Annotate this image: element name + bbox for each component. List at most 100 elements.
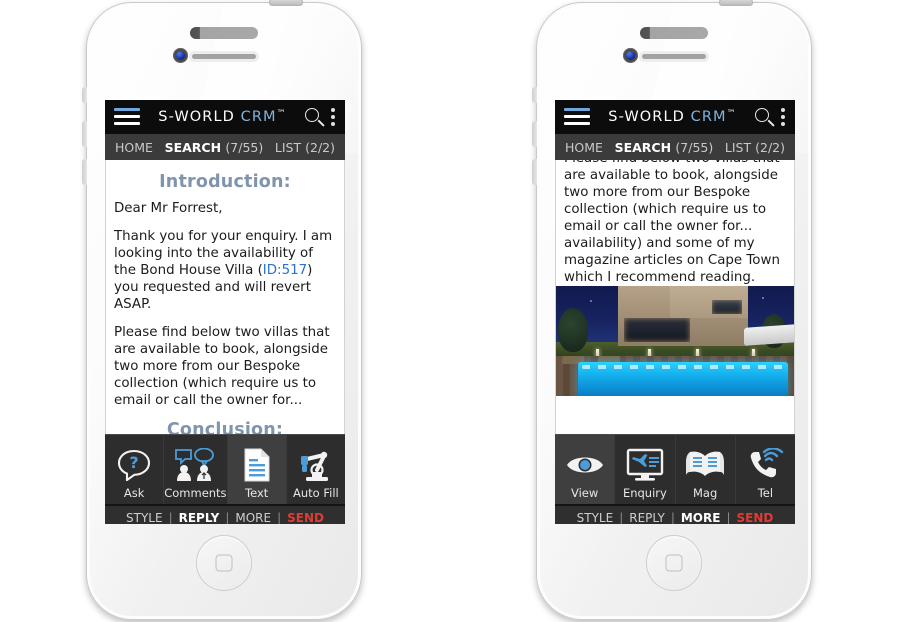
- power-button[interactable]: [269, 0, 303, 6]
- mute-switch[interactable]: [82, 87, 87, 103]
- villa-building: [618, 286, 748, 346]
- search-icon[interactable]: [305, 107, 325, 127]
- toolbar-label-text: Text: [245, 486, 269, 500]
- section-nav-bar: HOME SEARCH (7/55) LIST (2/2): [555, 134, 795, 160]
- action-separator: |: [619, 511, 624, 524]
- nav-search-count: (7/55): [225, 139, 264, 155]
- patio-canopy: [744, 324, 794, 346]
- scrolled-paragraph-wrap: Please find below two villas that are av…: [556, 160, 794, 286]
- action-bar-left: STYLE | REPLY | MORE | SEND: [105, 504, 345, 524]
- villa-glass-ground: [624, 318, 690, 342]
- action-reply[interactable]: REPLY: [179, 511, 220, 524]
- action-bar-right: STYLE | REPLY | MORE | SEND: [555, 504, 795, 524]
- home-button[interactable]: [196, 535, 252, 591]
- power-button[interactable]: [719, 0, 753, 6]
- eye-view-icon: [565, 446, 605, 484]
- hamburger-menu-icon[interactable]: [564, 108, 590, 126]
- monitor-airplane-enquiry-icon: [626, 446, 664, 484]
- document-text-icon: [243, 446, 271, 484]
- toolbar-button-enquiry[interactable]: Enquiry: [615, 435, 676, 504]
- brand-trademark: ™: [276, 109, 287, 119]
- nav-list-count: (2/2): [305, 139, 335, 155]
- app-top-bar: S-WORLD CRM™: [105, 100, 345, 134]
- action-separator: |: [225, 511, 230, 524]
- volume-up-button[interactable]: [82, 121, 87, 147]
- action-reply[interactable]: REPLY: [629, 511, 665, 524]
- toolbar-label-ask: Ask: [123, 486, 145, 500]
- brand-crm: CRM: [234, 109, 277, 125]
- robot-arm-icon: [297, 446, 335, 484]
- nav-item-list[interactable]: LIST (2/2): [275, 140, 335, 155]
- nav-list-label: LIST: [274, 139, 302, 155]
- toolbar-label-view: View: [570, 486, 599, 500]
- nav-search-count: (7/55): [675, 139, 714, 155]
- telephone-signal-icon: [746, 446, 784, 484]
- earpiece-speaker: [640, 27, 708, 39]
- hamburger-menu-icon[interactable]: [114, 108, 140, 126]
- brand-name: S-WORLD: [608, 109, 685, 125]
- home-button[interactable]: [646, 535, 702, 591]
- toolbar-button-ask[interactable]: ? Ask: [105, 435, 165, 504]
- speaker-grille: [189, 51, 259, 62]
- villa-id-link[interactable]: ID:517: [263, 263, 307, 278]
- nav-item-home[interactable]: HOME: [565, 140, 603, 155]
- salutation-text: Dear Mr Forrest,: [114, 201, 223, 216]
- message-body-right: Please find below two villas that are av…: [555, 160, 795, 434]
- action-separator: |: [670, 511, 675, 524]
- nav-item-search[interactable]: SEARCH (7/55): [165, 140, 264, 155]
- screenshot-stage: S-WORLD CRM™ HOME SEARCH (7/55) LIST (2/…: [0, 0, 900, 622]
- villa-photo[interactable]: [556, 286, 794, 396]
- message-body-left: Introduction: Dear Mr Forrest, Thank you…: [105, 160, 345, 434]
- toolbar-button-mag[interactable]: Mag: [676, 435, 736, 504]
- icon-toolbar-right: View Enquiry Mag Tel: [555, 434, 795, 504]
- nav-list-count: (2/2): [755, 139, 785, 155]
- action-style[interactable]: STYLE: [126, 511, 163, 524]
- toolbar-label-tel: Tel: [757, 486, 774, 500]
- nav-item-home[interactable]: HOME: [115, 140, 153, 155]
- front-camera-icon: [173, 48, 188, 63]
- toolbar-label-auto-fill: Auto Fill: [293, 486, 339, 500]
- brand-crm: CRM: [684, 109, 727, 125]
- svg-text:?: ?: [129, 453, 138, 472]
- volume-down-button[interactable]: [532, 159, 537, 185]
- toolbar-button-view[interactable]: View: [555, 435, 616, 504]
- paragraph-villas-scrolled: Please find below two villas that are av…: [564, 160, 780, 285]
- heading-introduction: Introduction:: [159, 172, 291, 192]
- volume-up-button[interactable]: [532, 121, 537, 147]
- paragraph-villas: Please find below two villas that are av…: [114, 325, 330, 408]
- action-send[interactable]: SEND: [737, 511, 774, 524]
- app-brand-title: S-WORLD CRM™: [140, 109, 305, 125]
- nav-search-label: SEARCH: [614, 139, 672, 155]
- nav-search-label: SEARCH: [164, 139, 222, 155]
- search-icon[interactable]: [755, 107, 775, 127]
- kebab-menu-icon[interactable]: [331, 108, 336, 126]
- app-brand-title: S-WORLD CRM™: [590, 109, 755, 125]
- star: [762, 297, 764, 299]
- nav-item-list[interactable]: LIST (2/2): [725, 140, 785, 155]
- action-separator: |: [168, 511, 173, 524]
- toolbar-button-auto-fill[interactable]: Auto Fill: [287, 435, 345, 504]
- nav-item-search[interactable]: SEARCH (7/55): [615, 140, 714, 155]
- section-nav-bar: HOME SEARCH (7/55) LIST (2/2): [105, 134, 345, 160]
- brand-name: S-WORLD: [158, 109, 235, 125]
- mute-switch[interactable]: [532, 87, 537, 103]
- brand-trademark: ™: [726, 109, 737, 119]
- toolbar-button-tel[interactable]: Tel: [736, 435, 795, 504]
- tree-icon: [558, 308, 588, 352]
- speaker-grille: [639, 51, 709, 62]
- two-people-comments-icon: [173, 446, 217, 484]
- open-magazine-icon: [684, 446, 726, 484]
- kebab-menu-icon[interactable]: [781, 108, 786, 126]
- app-top-bar: S-WORLD CRM™: [555, 100, 795, 134]
- action-separator: |: [726, 511, 731, 524]
- action-more[interactable]: MORE: [235, 511, 271, 524]
- phone-screen-left: S-WORLD CRM™ HOME SEARCH (7/55) LIST (2/…: [105, 100, 345, 524]
- action-more[interactable]: MORE: [681, 511, 721, 524]
- volume-down-button[interactable]: [82, 159, 87, 185]
- toolbar-button-text[interactable]: Text: [227, 435, 287, 504]
- toolbar-button-comments[interactable]: Comments: [164, 435, 228, 504]
- toolbar-label-enquiry: Enquiry: [622, 486, 667, 500]
- action-separator: |: [277, 511, 282, 524]
- action-send[interactable]: SEND: [287, 511, 324, 524]
- action-style[interactable]: STYLE: [577, 511, 614, 524]
